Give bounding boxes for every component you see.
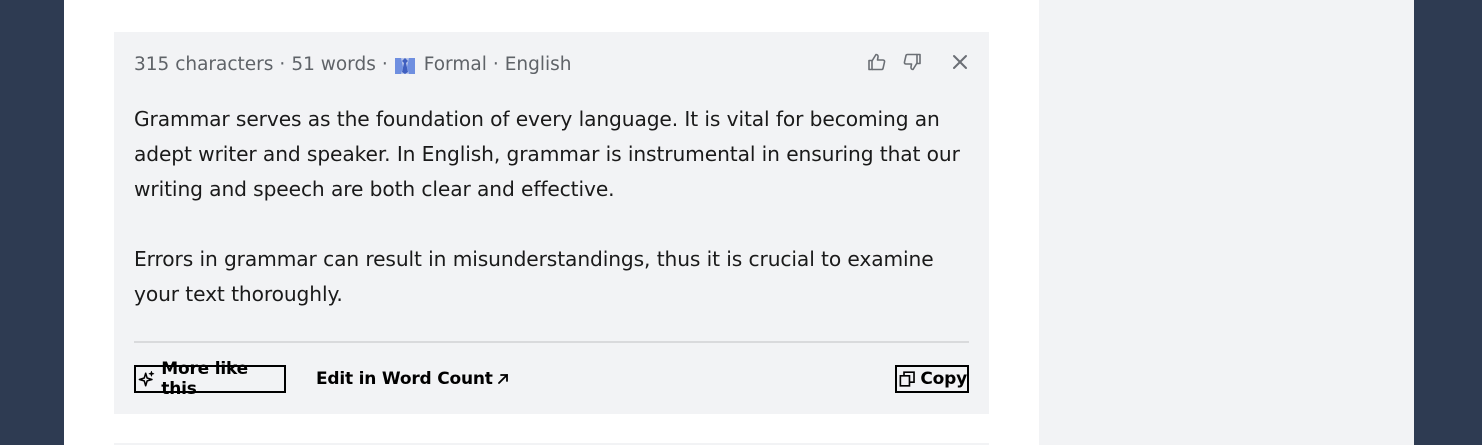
language-label: English <box>504 54 572 75</box>
result-text: Grammar serves as the foundation of ever… <box>134 102 964 312</box>
copy-icon <box>899 371 915 387</box>
result-paragraph: Errors in grammar can result in misunder… <box>134 247 934 306</box>
result-paragraph: Grammar serves as the foundation of ever… <box>134 107 960 201</box>
external-arrow-icon <box>497 374 508 384</box>
feedback-actions <box>866 50 971 74</box>
word-count: 51 words <box>291 54 376 75</box>
meta-separator: · <box>381 54 388 75</box>
close-icon <box>953 55 967 69</box>
character-count: 315 characters <box>134 54 274 75</box>
close-button[interactable] <box>949 50 971 74</box>
thumbs-down-icon <box>903 53 921 71</box>
result-card: 315 characters · 51 words · Formal · Eng… <box>114 32 989 414</box>
edit-in-word-count-label: Edit in Word Count <box>316 369 493 389</box>
side-panel <box>1039 0 1414 445</box>
thumbs-down-button[interactable] <box>901 50 923 74</box>
sparkle-icon <box>138 370 155 387</box>
more-like-this-button[interactable]: More like this <box>134 359 286 399</box>
divider <box>134 341 969 343</box>
thumbs-up-button[interactable] <box>866 50 888 74</box>
thumbs-up-icon <box>868 53 886 71</box>
copy-label: Copy <box>920 369 967 389</box>
more-like-this-label: More like this <box>161 359 248 399</box>
meta-separator: · <box>492 54 499 75</box>
tone-label: Formal <box>423 54 487 75</box>
edit-in-word-count-link[interactable]: Edit in Word Count <box>316 366 509 392</box>
necktie-icon <box>394 55 416 75</box>
result-meta: 315 characters · 51 words · Formal · Eng… <box>134 54 572 75</box>
meta-separator: · <box>279 54 286 75</box>
copy-button[interactable]: Copy <box>895 365 969 393</box>
